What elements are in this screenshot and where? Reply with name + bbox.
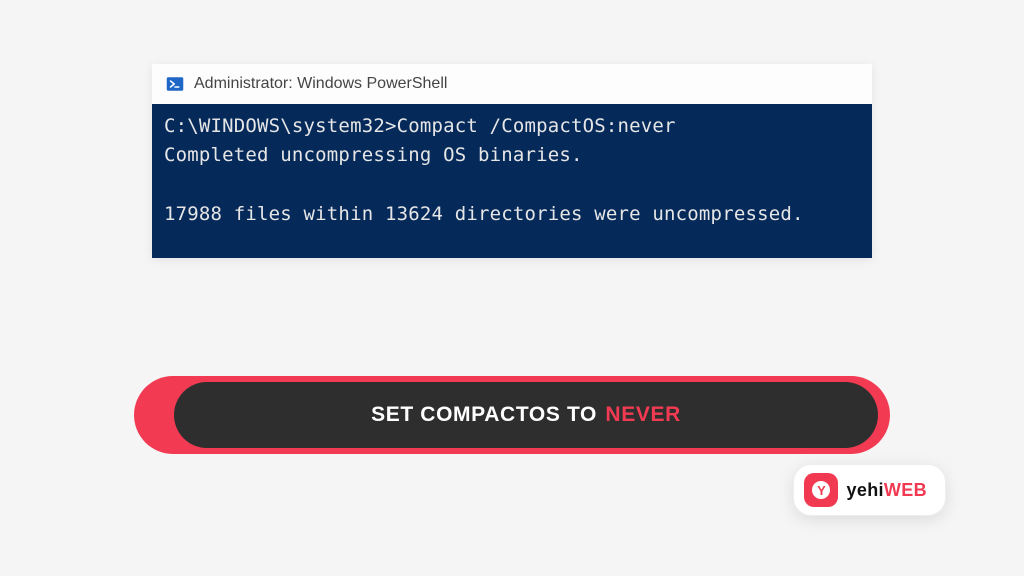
prompt-text: C:\WINDOWS\system32> — [164, 115, 397, 137]
terminal-line-2: Completed uncompressing OS binaries. — [164, 141, 860, 170]
brand-logo: Y — [804, 473, 838, 507]
brand-badge: Y yehiWEB — [793, 464, 946, 516]
terminal-output[interactable]: C:\WINDOWS\system32>Compact /CompactOS:n… — [152, 104, 872, 258]
caption-banner: SET COMPACTOS TO NEVER — [134, 376, 890, 454]
window-titlebar: Administrator: Windows PowerShell — [152, 64, 872, 104]
powershell-window: Administrator: Windows PowerShell C:\WIN… — [152, 64, 872, 258]
command-text: Compact /CompactOS:never — [397, 115, 676, 137]
terminal-blank-line — [164, 171, 860, 200]
brand-prefix: yehi — [846, 480, 883, 500]
brand-logo-glyph: Y — [812, 481, 830, 499]
banner-bar: SET COMPACTOS TO NEVER — [174, 382, 878, 448]
powershell-icon — [166, 75, 184, 93]
brand-suffix: WEB — [884, 480, 927, 500]
terminal-line-3: 17988 files within 13624 directories wer… — [164, 200, 860, 229]
banner-text-accent: NEVER — [605, 403, 681, 427]
banner-text-lead: SET COMPACTOS TO — [371, 403, 597, 427]
terminal-line-1: C:\WINDOWS\system32>Compact /CompactOS:n… — [164, 112, 860, 141]
brand-name: yehiWEB — [846, 480, 927, 501]
window-title: Administrator: Windows PowerShell — [194, 75, 447, 93]
